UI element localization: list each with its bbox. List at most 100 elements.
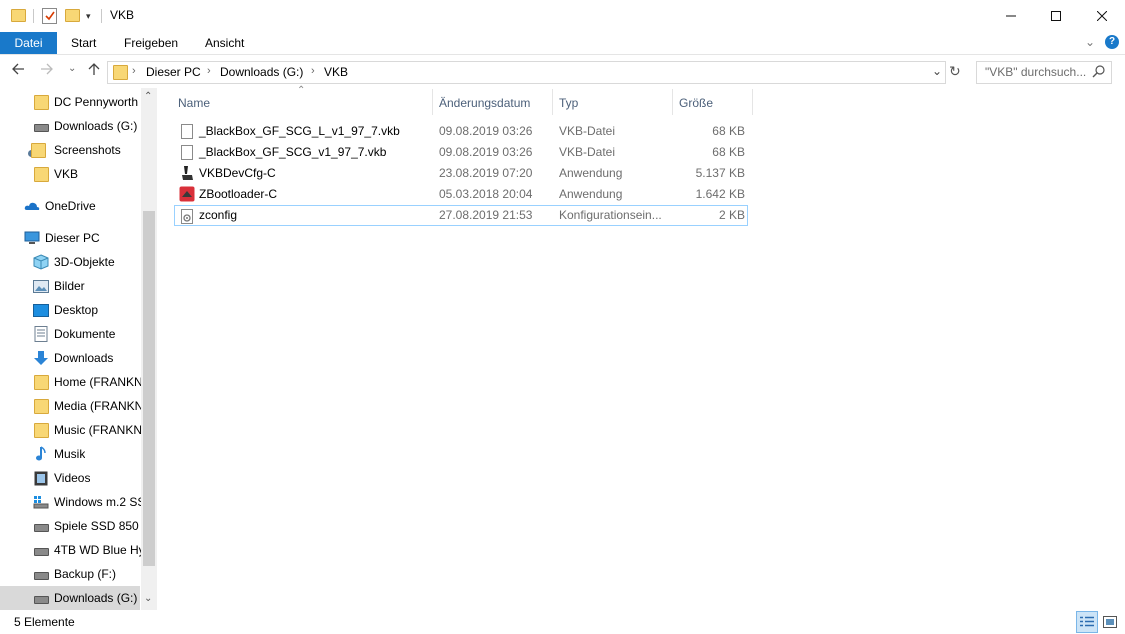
file-name: zconfig xyxy=(199,208,238,222)
large-icons-view-button[interactable] xyxy=(1099,611,1121,633)
file-size: 68 KB xyxy=(712,124,745,138)
nav-item-label: Screenshots xyxy=(54,143,121,157)
tab-start[interactable]: Start xyxy=(61,32,106,54)
separator xyxy=(33,9,34,23)
breadcrumb-dieser-pc[interactable]: Dieser PC xyxy=(146,65,201,79)
column-header-date[interactable]: Änderungsdatum xyxy=(439,89,530,117)
column-header-size[interactable]: Größe xyxy=(679,89,713,117)
customize-quick-access-icon[interactable]: ▾ xyxy=(86,9,95,23)
nav-item-label: Home (FRANKN xyxy=(54,375,143,389)
folder-icon xyxy=(25,142,49,158)
details-view-button[interactable] xyxy=(1076,611,1098,633)
file-date: 27.08.2019 21:53 xyxy=(439,208,533,222)
help-icon[interactable]: ? xyxy=(1105,35,1119,49)
nav-item-label: Downloads (G:) xyxy=(54,119,138,133)
file-type: VKB-Datei xyxy=(559,124,616,138)
file-row[interactable]: _BlackBox_GF_SCG_L_v1_97_7.vkb 09.08.201… xyxy=(174,121,748,142)
nav-item-label: VKB xyxy=(54,167,79,181)
minimize-button[interactable] xyxy=(988,0,1034,31)
file-type: Anwendung xyxy=(559,187,623,201)
column-divider[interactable] xyxy=(752,89,753,115)
separator xyxy=(101,9,102,23)
network-folder-icon xyxy=(33,422,49,438)
ribbon: Datei Start Freigeben Ansicht ⌄ ? xyxy=(0,32,1125,55)
column-divider[interactable] xyxy=(552,89,553,115)
nav-item-label: Desktop xyxy=(54,303,99,317)
address-dropdown-icon[interactable]: ⌄ xyxy=(932,64,942,78)
close-button[interactable] xyxy=(1079,0,1125,31)
documents-icon xyxy=(33,326,49,342)
tab-freigeben[interactable]: Freigeben xyxy=(114,32,188,54)
network-folder-icon xyxy=(33,398,49,414)
scroll-down-icon[interactable]: ⌄ xyxy=(144,593,152,604)
nav-item-label: Bilder xyxy=(54,279,85,293)
windows-drive-icon xyxy=(33,494,49,510)
file-row[interactable]: VKBDevCfg-C 23.08.2019 07:20 Anwendung 5… xyxy=(174,163,748,184)
nav-item-label: 3D-Objekte xyxy=(54,255,115,269)
music-icon xyxy=(33,446,49,462)
address-bar[interactable]: › Dieser PC › Downloads (G:) › VKB ⌄ xyxy=(107,61,946,84)
drive-icon xyxy=(33,542,49,558)
file-row-focused[interactable]: zconfig 27.08.2019 21:53 Konfigurationse… xyxy=(174,205,748,226)
downloads-icon xyxy=(33,350,49,366)
breadcrumb-downloads[interactable]: Downloads (G:) xyxy=(220,65,303,79)
nav-scrollbar-thumb[interactable] xyxy=(143,211,155,566)
up-button[interactable] xyxy=(87,62,101,81)
column-header-type[interactable]: Typ xyxy=(559,89,578,117)
nav-item-label: Music (FRANKN xyxy=(54,423,143,437)
network-folder-icon xyxy=(33,374,49,390)
3d-objects-icon xyxy=(33,254,49,270)
back-button[interactable] xyxy=(11,62,25,81)
expand-ribbon-icon[interactable]: ⌄ xyxy=(1085,35,1095,49)
bootloader-icon xyxy=(179,186,195,205)
search-placeholder: "VKB" durchsuch... xyxy=(985,65,1087,79)
title-bar: ▾ VKB xyxy=(0,0,1125,32)
sort-ascending-icon: ⌃ xyxy=(297,85,306,96)
file-type: Konfigurationsein... xyxy=(559,208,662,222)
tab-ansicht[interactable]: Ansicht xyxy=(195,32,254,54)
nav-item-label: OneDrive xyxy=(45,199,96,213)
search-input[interactable]: "VKB" durchsuch... xyxy=(976,61,1112,84)
chevron-right-icon: › xyxy=(132,65,136,77)
recent-locations-icon[interactable]: ⌄ xyxy=(68,63,76,74)
folder-icon xyxy=(33,166,49,182)
file-name: VKBDevCfg-C xyxy=(199,166,276,180)
drive-icon xyxy=(33,590,49,606)
file-icon xyxy=(181,145,193,160)
chevron-right-icon: › xyxy=(311,65,315,77)
folder-icon xyxy=(11,9,26,22)
new-folder-icon[interactable] xyxy=(65,9,80,22)
file-row[interactable]: ZBootloader-C 05.03.2018 20:04 Anwendung… xyxy=(174,184,748,205)
column-divider[interactable] xyxy=(672,89,673,115)
search-icon[interactable] xyxy=(1092,65,1105,81)
config-file-icon xyxy=(181,209,193,227)
drive-icon xyxy=(33,518,49,534)
file-size: 2 KB xyxy=(718,208,745,222)
nav-item-dieser-pc[interactable]: Dieser PC xyxy=(0,226,164,250)
status-item-count: 5 Elemente xyxy=(14,615,75,629)
joystick-icon xyxy=(180,165,194,184)
scroll-up-icon[interactable]: ⌃ xyxy=(144,91,152,102)
file-date: 09.08.2019 03:26 xyxy=(439,124,533,138)
breadcrumb-vkb[interactable]: VKB xyxy=(324,65,348,79)
file-date: 09.08.2019 03:26 xyxy=(439,145,533,159)
file-type: Anwendung xyxy=(559,166,623,180)
drive-icon xyxy=(33,566,49,582)
nav-item-label: Videos xyxy=(54,471,91,485)
forward-button[interactable] xyxy=(40,62,54,81)
file-name: _BlackBox_GF_SCG_v1_97_7.vkb xyxy=(199,145,387,159)
file-type: VKB-Datei xyxy=(559,145,616,159)
nav-item-label: Musik xyxy=(54,447,86,461)
file-row[interactable]: _BlackBox_GF_SCG_v1_97_7.vkb 09.08.2019 … xyxy=(174,142,748,163)
column-header-name[interactable]: Name xyxy=(178,89,210,117)
window-title: VKB xyxy=(110,8,135,22)
column-divider[interactable] xyxy=(432,89,433,115)
maximize-button[interactable] xyxy=(1033,0,1079,31)
tab-datei[interactable]: Datei xyxy=(0,32,57,54)
properties-icon[interactable] xyxy=(42,8,57,24)
file-size: 1.642 KB xyxy=(695,187,745,201)
desktop-icon xyxy=(33,302,49,318)
refresh-icon[interactable]: ↻ xyxy=(949,63,961,80)
nav-item-onedrive[interactable]: OneDrive xyxy=(0,194,164,218)
drive-icon xyxy=(33,118,49,134)
